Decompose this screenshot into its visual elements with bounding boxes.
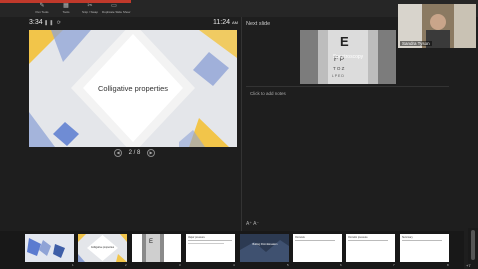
slide-1-image bbox=[25, 234, 74, 262]
next-slide-icon[interactable]: ▶ bbox=[147, 149, 156, 157]
current-slide[interactable]: Colligative properties bbox=[29, 30, 237, 147]
more-participants-badge[interactable]: +7 bbox=[466, 263, 471, 268]
slide-title: Colligative properties bbox=[97, 84, 169, 93]
slide-4-title: Vapor pressure bbox=[188, 236, 205, 239]
slide-7-title: Osmotic pressure bbox=[348, 236, 368, 239]
monitor-icon: ▭ bbox=[111, 3, 117, 9]
previous-slide-icon[interactable]: ◀ bbox=[114, 149, 122, 157]
text-line bbox=[402, 240, 442, 241]
grid-icon: ▦ bbox=[63, 3, 69, 9]
participant-video[interactable]: Sandra Tyson bbox=[398, 4, 476, 48]
snip-button[interactable]: ✂ Snip / Swap bbox=[78, 3, 102, 17]
participant-name: Sandra Tyson bbox=[400, 41, 432, 46]
slide-number: 3 bbox=[179, 263, 181, 267]
slide-number: 6 bbox=[340, 263, 342, 267]
filmstrip-slide-4[interactable]: Vapor pressure bbox=[186, 234, 235, 262]
pen-tools-button[interactable]: ✎ Pen Tools bbox=[30, 3, 54, 17]
text-line bbox=[188, 243, 224, 244]
slide-number: 8 bbox=[447, 263, 449, 267]
filmstrip-slide-2[interactable]: Colligative properties bbox=[78, 234, 127, 262]
svg-text:T O Z: T O Z bbox=[333, 66, 345, 71]
svg-text:L P E D: L P E D bbox=[332, 74, 344, 78]
tools-button[interactable]: ▦ Tools bbox=[54, 3, 78, 17]
pen-icon: ✎ bbox=[39, 3, 45, 9]
text-line bbox=[295, 240, 335, 241]
svg-text:E: E bbox=[149, 239, 153, 245]
elapsed-timer: 3:34 bbox=[29, 19, 43, 26]
scissors-icon: ✂ bbox=[87, 3, 93, 9]
duplicate-slideshow-button[interactable]: ▭ Duplicate Slide Show bbox=[102, 3, 130, 17]
clock: 11:24 AM bbox=[213, 19, 238, 26]
slide-number: 5 bbox=[287, 263, 289, 267]
notes-divider bbox=[246, 86, 449, 87]
slide-number: 2 bbox=[125, 263, 127, 267]
next-slide-preview[interactable]: E F P T O Z L P E D Spectroscopy bbox=[300, 30, 396, 84]
filmstrip-slide-5[interactable]: Boiling Point Elevation bbox=[240, 234, 289, 262]
timer-controls[interactable]: ❚❚ ⟳ bbox=[44, 20, 62, 26]
slide-2-title: Colligative properties bbox=[90, 246, 115, 249]
pane-divider bbox=[241, 17, 242, 235]
slide-3-image: E bbox=[132, 234, 181, 262]
filmstrip-slide-7[interactable]: Osmotic pressure bbox=[346, 234, 395, 262]
next-slide-title: Spectroscopy bbox=[332, 54, 364, 60]
text-line bbox=[348, 240, 388, 241]
svg-text:E: E bbox=[340, 34, 349, 49]
speaker-notes[interactable]: Click to add notes bbox=[250, 91, 286, 96]
notes-font-size-controls[interactable]: A⁺ A⁻ bbox=[246, 221, 259, 227]
next-slide-label: Next slide bbox=[246, 21, 271, 27]
slide-navigation: ◀ 2 / 8 ▶ bbox=[114, 149, 156, 157]
text-line bbox=[188, 240, 232, 241]
slide-number: 1 bbox=[72, 263, 74, 267]
filmstrip-slide-3[interactable]: E bbox=[132, 234, 181, 262]
scrollbar-thumb[interactable] bbox=[471, 230, 475, 260]
slide-number: 4 bbox=[233, 263, 235, 267]
filmstrip-slide-6[interactable]: Osmosis bbox=[293, 234, 342, 262]
filmstrip-slide-8[interactable]: Summary bbox=[400, 234, 449, 262]
slide-counter: 2 / 8 bbox=[128, 150, 141, 156]
slide-number: 7 bbox=[393, 263, 395, 267]
slide-5-title: Boiling Point Elevation bbox=[252, 243, 278, 246]
filmstrip-slide-1[interactable] bbox=[25, 234, 74, 262]
slide-5-image bbox=[240, 234, 289, 262]
slide-8-title: Summary bbox=[402, 236, 413, 239]
slide-6-title: Osmosis bbox=[295, 236, 305, 239]
